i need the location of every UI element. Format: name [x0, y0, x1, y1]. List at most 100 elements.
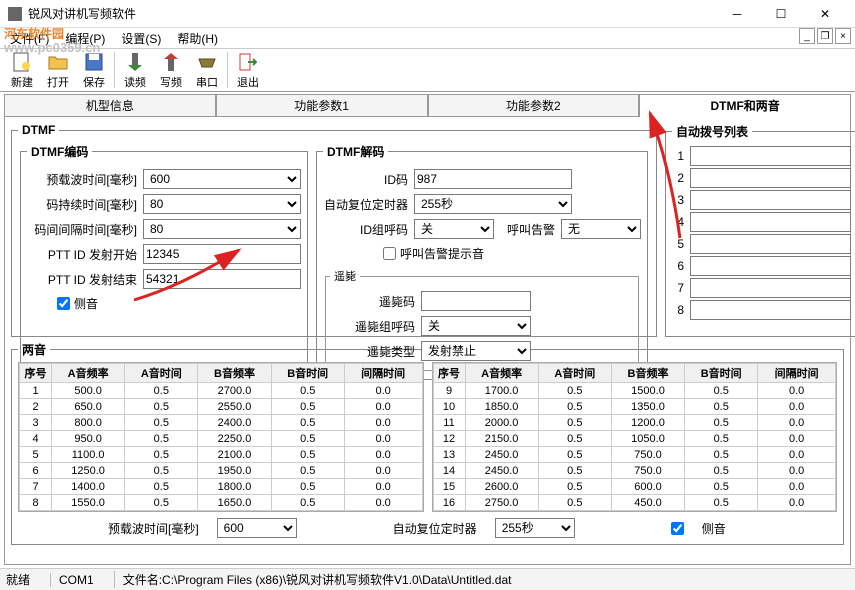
autodial-input-1[interactable] — [690, 146, 851, 166]
bottom-sidetone-checkbox[interactable] — [671, 522, 684, 535]
maximize-button[interactable]: ☐ — [759, 0, 803, 28]
table-row[interactable]: 122150.00.51050.00.50.0 — [433, 431, 836, 447]
autodial-input-4[interactable] — [690, 212, 851, 232]
bottom-reset-select[interactable]: 255秒 — [495, 518, 575, 538]
menu-help[interactable]: 帮助(H) — [171, 28, 224, 49]
write-button[interactable]: 写频 — [153, 50, 189, 90]
mdi-restore-button[interactable]: ❐ — [817, 28, 833, 44]
minimize-button[interactable]: ─ — [715, 0, 759, 28]
status-ready: 就绪 — [6, 571, 30, 588]
table-row[interactable]: 162750.00.5450.00.50.0 — [433, 495, 836, 511]
table-row[interactable]: 51100.00.52100.00.50.0 — [20, 447, 423, 463]
sidetone-checkbox[interactable] — [57, 297, 70, 310]
table-row[interactable]: 112000.00.51200.00.50.0 — [433, 415, 836, 431]
autodial-row-num: 3 — [672, 193, 684, 207]
table-row[interactable]: 4950.00.52250.00.50.0 — [20, 431, 423, 447]
autodial-input-5[interactable] — [690, 234, 851, 254]
table-row[interactable]: 132450.00.5750.00.50.0 — [433, 447, 836, 463]
table-row[interactable]: 2650.00.52550.00.50.0 — [20, 399, 423, 415]
autodial-input-3[interactable] — [690, 190, 851, 210]
table-cell: 1100.0 — [52, 447, 125, 463]
table-row[interactable]: 81550.00.51650.00.50.0 — [20, 495, 423, 511]
table-cell: 2450.0 — [465, 447, 538, 463]
remote-kill-legend: 遥毙 — [330, 268, 360, 284]
group-call-select[interactable]: 关 — [414, 219, 494, 239]
menu-program[interactable]: 编程(P) — [59, 28, 111, 49]
remote-id-input[interactable] — [421, 291, 531, 311]
table-row[interactable]: 152600.00.5600.00.50.0 — [433, 479, 836, 495]
autodial-input-7[interactable] — [690, 278, 851, 298]
table-header: B音频率 — [611, 364, 684, 383]
interval-select[interactable]: 80 — [143, 219, 301, 239]
serial-button[interactable]: 串口 — [189, 50, 225, 90]
table-row[interactable]: 61250.00.51950.00.50.0 — [20, 463, 423, 479]
table-row[interactable]: 3800.00.52400.00.50.0 — [20, 415, 423, 431]
read-button[interactable]: 读频 — [117, 50, 153, 90]
table-cell: 0.5 — [125, 463, 198, 479]
table-cell: 0.5 — [685, 431, 758, 447]
tab-dtmf-twotone[interactable]: DTMF和两音 — [639, 94, 851, 117]
reset-select[interactable]: 255秒 — [414, 194, 572, 214]
remote-group-select[interactable]: 关 — [421, 316, 531, 336]
table-header: A音时间 — [538, 364, 611, 383]
autodial-input-2[interactable] — [690, 168, 851, 188]
table-cell: 1700.0 — [465, 383, 538, 399]
table-cell: 0.5 — [271, 495, 344, 511]
table-cell: 1650.0 — [198, 495, 271, 511]
menu-settings[interactable]: 设置(S) — [115, 28, 167, 49]
tab-func-params2[interactable]: 功能参数2 — [428, 94, 640, 117]
alarm-select[interactable]: 无 — [561, 219, 641, 239]
preload-select[interactable]: 600 — [143, 169, 301, 189]
exit-button[interactable]: 退出 — [230, 50, 266, 90]
tab-model-info[interactable]: 机型信息 — [4, 94, 216, 117]
table-cell: 0.5 — [271, 479, 344, 495]
save-button[interactable]: 保存 — [76, 50, 112, 90]
table-row[interactable]: 101850.00.51350.00.50.0 — [433, 399, 836, 415]
mdi-minimize-button[interactable]: _ — [799, 28, 815, 44]
dtmf-decode-group: DTMF解码 ID码 自动复位定时器 255秒 ID组呼码 关 呼叫告警 无 呼… — [316, 143, 648, 380]
autodial-input-6[interactable] — [690, 256, 851, 276]
table-cell: 13 — [433, 447, 465, 463]
table-cell: 500.0 — [52, 383, 125, 399]
table-cell: 1950.0 — [198, 463, 271, 479]
bottom-preload-select[interactable]: 600 — [217, 518, 297, 538]
table-header: A音时间 — [125, 364, 198, 383]
table-row[interactable]: 71400.00.51800.00.50.0 — [20, 479, 423, 495]
close-button[interactable]: ✕ — [803, 0, 847, 28]
table-cell: 1550.0 — [52, 495, 125, 511]
ptt-end-input[interactable] — [143, 269, 301, 289]
table-cell: 0.0 — [758, 415, 836, 431]
table-cell: 0.0 — [758, 495, 836, 511]
toolbar: 新建 打开 保存 读频 写频 串口 退出 — [0, 48, 855, 92]
ptt-start-input[interactable] — [143, 244, 301, 264]
table-cell: 2550.0 — [198, 399, 271, 415]
bottom-sidetone-label: 侧音 — [702, 520, 726, 537]
dtmf-encode-group: DTMF编码 预载波时间[毫秒] 600 码持续时间[毫秒] 80 码间间隔时间… — [20, 143, 308, 380]
open-button[interactable]: 打开 — [40, 50, 76, 90]
id-input[interactable] — [414, 169, 572, 189]
table-header: B音时间 — [685, 364, 758, 383]
mdi-close-button[interactable]: × — [835, 28, 851, 44]
table-row[interactable]: 1500.00.52700.00.50.0 — [20, 383, 423, 399]
new-button[interactable]: 新建 — [4, 50, 40, 90]
table-cell: 0.5 — [125, 399, 198, 415]
table-header: B音频率 — [198, 364, 271, 383]
remote-type-select[interactable]: 发射禁止 — [421, 341, 531, 361]
table-row[interactable]: 142450.00.5750.00.50.0 — [433, 463, 836, 479]
new-file-icon — [11, 51, 33, 73]
table-cell: 1400.0 — [52, 479, 125, 495]
alarm-tone-checkbox[interactable] — [383, 247, 396, 260]
menu-file[interactable]: 文件(F) — [4, 28, 55, 49]
table-row[interactable]: 91700.00.51500.00.50.0 — [433, 383, 836, 399]
table-cell: 750.0 — [611, 463, 684, 479]
ptt-end-label: PTT ID 发射结束 — [27, 271, 137, 288]
table-cell: 2450.0 — [465, 463, 538, 479]
table-cell: 0.0 — [758, 463, 836, 479]
twotone-table-left: 序号A音频率A音时间B音频率B音时间间隔时间1500.00.52700.00.5… — [18, 362, 424, 512]
ptt-start-label: PTT ID 发射开始 — [27, 246, 137, 263]
duration-select[interactable]: 80 — [143, 194, 301, 214]
tab-func-params1[interactable]: 功能参数1 — [216, 94, 428, 117]
app-icon — [8, 7, 22, 21]
statusbar: 就绪 COM1 文件名:C:\Program Files (x86)\锐风对讲机… — [0, 568, 855, 590]
autodial-input-8[interactable] — [690, 300, 851, 320]
